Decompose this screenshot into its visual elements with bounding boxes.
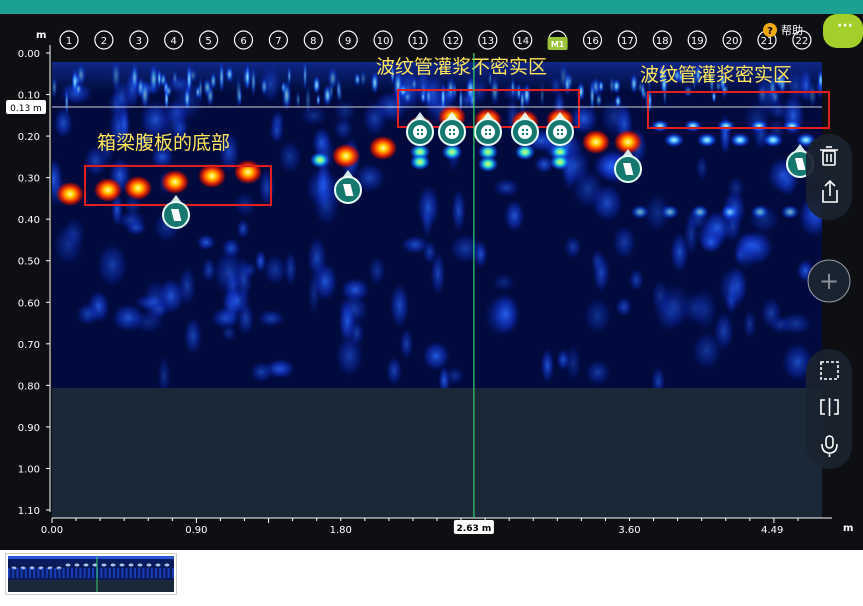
y-tick-label: 0.00 — [18, 49, 40, 60]
y-tick-label: 0.90 — [18, 423, 40, 434]
trace-number: 7 — [275, 36, 281, 47]
x-tick-label: 0.90 — [185, 525, 207, 536]
scan-canvas[interactable]: m 0.00 0.10 0.20 0.30 0.40 0.50 0.60 0.70 0.80 0.9… — [0, 14, 863, 550]
more-icon: ··· — [837, 18, 853, 34]
trace-number: 11 — [412, 36, 425, 47]
y-tick-label: 1.00 — [18, 464, 40, 475]
trace-number: 18 — [656, 36, 669, 47]
trace-number: 6 — [240, 36, 246, 47]
more-menu-button[interactable]: ··· — [823, 14, 863, 48]
y-tick-label: 0.40 — [18, 215, 40, 226]
trace-number: 12 — [447, 36, 460, 47]
y-tick-label: 0.20 — [18, 132, 40, 143]
annotation-label-bottom-of-web: 箱梁腹板的底部 — [97, 132, 230, 154]
trace-number: 14 — [516, 36, 529, 47]
x-tick-label: 1.80 — [330, 525, 352, 536]
annotation-label-dense-zone: 波纹管灌浆密实区 — [640, 64, 792, 86]
x-tick-label: 0.00 — [41, 525, 63, 536]
depth-cursor-label: 0.13 m — [10, 104, 42, 114]
trace-number: 20 — [726, 36, 739, 47]
y-tick-label: 0.50 — [18, 257, 40, 268]
trace-number: 3 — [136, 36, 142, 47]
x-tick-label: 3.60 — [618, 525, 640, 536]
trace-number: 1 — [66, 36, 72, 47]
help-button[interactable]: ? 帮助 — [763, 23, 803, 37]
trace-number: 4 — [171, 36, 177, 47]
y-tick-label: 1.10 — [18, 506, 40, 517]
y-tick-label: 0.70 — [18, 340, 40, 351]
y-axis-unit: m — [36, 30, 46, 41]
plus-icon: + — [819, 267, 839, 295]
trace-number: 19 — [691, 36, 704, 47]
y-tick-label: 0.60 — [18, 298, 40, 309]
help-label: 帮助 — [781, 23, 803, 37]
marker-label: M1 — [551, 40, 565, 49]
y-tick-label: 0.30 — [18, 174, 40, 185]
trace-number: 10 — [377, 36, 390, 47]
trace-number: 2 — [101, 36, 107, 47]
tool-panel-bottom — [806, 349, 852, 469]
overview-minimap[interactable] — [5, 553, 177, 595]
trace-number: 8 — [310, 36, 316, 47]
trace-number: 9 — [345, 36, 351, 47]
y-tick-label: 0.10 — [18, 91, 40, 102]
radar-scan-viewer[interactable]: m 0.00 0.10 0.20 0.30 0.40 0.50 0.60 0.70 0.80 0.9… — [0, 14, 863, 550]
trace-number: 13 — [481, 36, 494, 47]
trace-number: 5 — [205, 36, 211, 47]
annotation-label-not-dense-zone: 波纹管灌浆不密实区 — [376, 56, 547, 78]
trace-number: 16 — [586, 36, 599, 47]
trace-number: 22 — [796, 36, 809, 47]
tool-panel-top — [806, 134, 852, 220]
top-accent-bar — [0, 0, 863, 14]
add-button[interactable]: + — [807, 259, 851, 303]
position-cursor-label: 2.63 m — [457, 524, 492, 534]
question-icon-glyph: ? — [767, 26, 773, 37]
minimap-viewport-frame[interactable] — [6, 554, 176, 594]
x-tick-label: 4.49 — [761, 525, 783, 536]
gpr-scan-app: m 0.00 0.10 0.20 0.30 0.40 0.50 0.60 0.70 0.80 0.9… — [0, 0, 863, 606]
y-tick-label: 0.80 — [18, 381, 40, 392]
trace-number: 21 — [761, 36, 774, 47]
trace-number-row: 12345678910111213141516171819202122M1 — [59, 30, 812, 50]
x-axis-unit: m — [843, 523, 853, 534]
trace-number: 17 — [621, 36, 634, 47]
